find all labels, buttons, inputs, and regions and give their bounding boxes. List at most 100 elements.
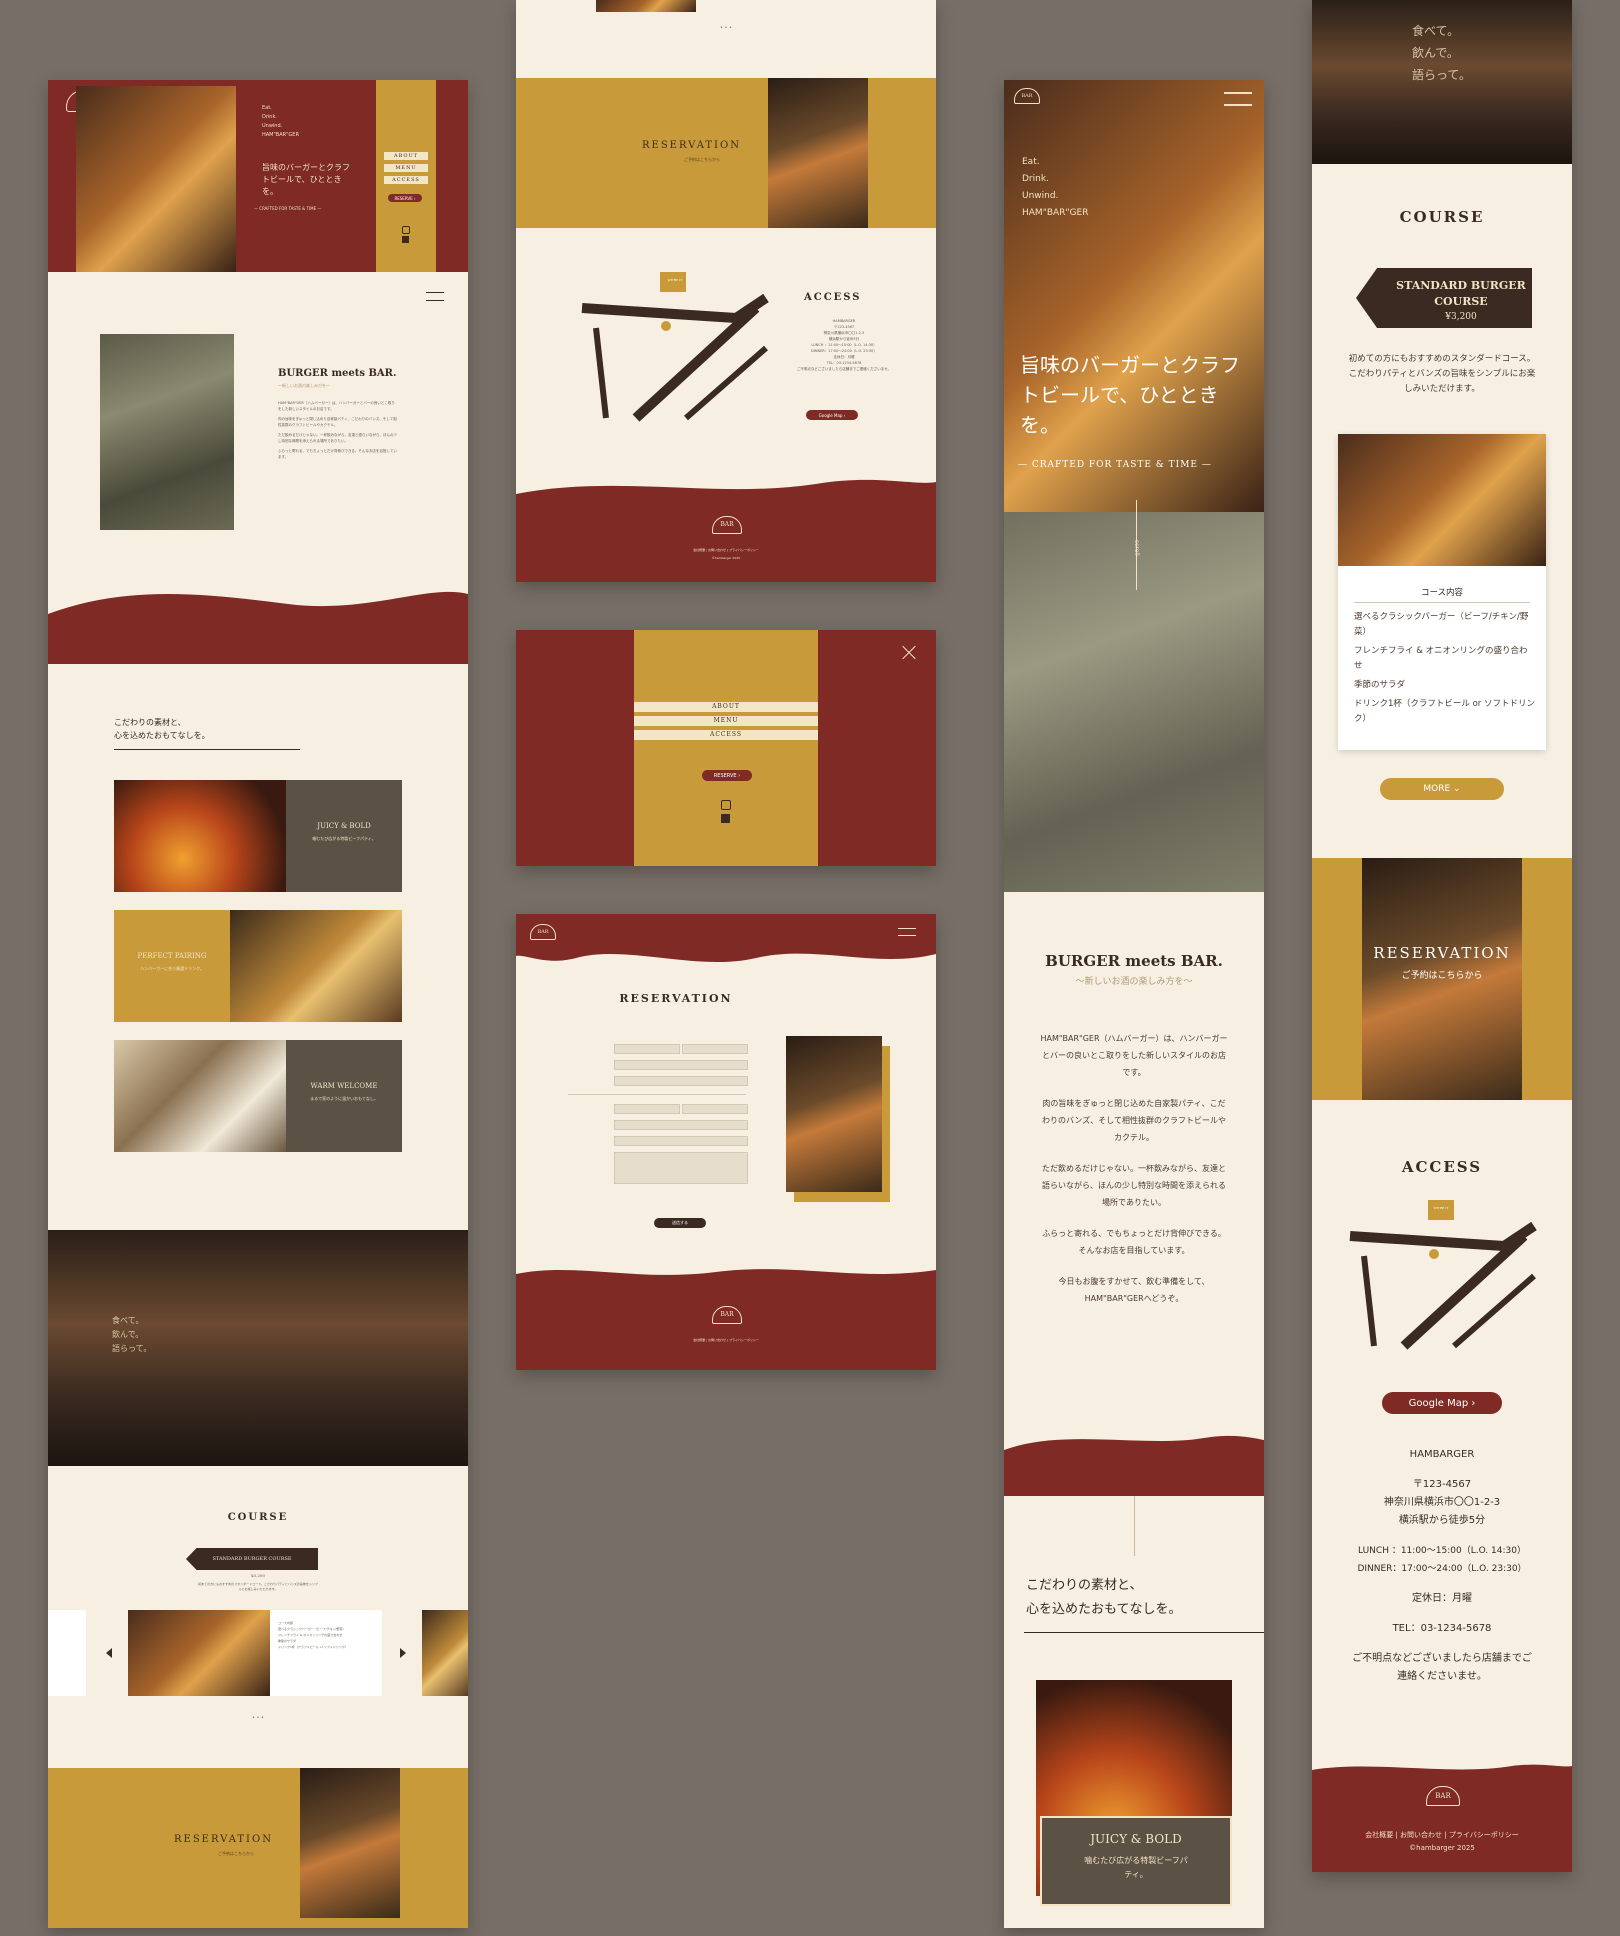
carousel-next-arrow[interactable]	[400, 1648, 406, 1658]
logo[interactable]: BAR	[530, 924, 556, 940]
reservation-photo	[300, 1768, 400, 1918]
about-text: HAM"BAR"GER（ハムバーガー）は、ハンバーガーとバーの良いとこ取りをした…	[1040, 1034, 1228, 1303]
phone-input[interactable]	[614, 1060, 748, 1070]
overlay-reserve-button[interactable]: RESERVE ›	[702, 770, 752, 781]
about-subtitle: 〜新しいお酒の楽しみ方を〜	[1075, 977, 1193, 987]
menu-overlay-panel: ABOUT MENU ACCESS RESERVE ›	[634, 630, 818, 866]
reservation-banner[interactable]: RESERVATION ご予約はこちらから	[516, 78, 936, 228]
course-name: STANDARD BURGER COURSE	[1396, 279, 1526, 308]
reservation-title: RESERVATION	[174, 1834, 273, 1845]
course-contents: コース内容 選べるクラシックバーガー（ビーフ/チキン/野菜） フレンチフライ & …	[278, 1621, 348, 1649]
message-textarea[interactable]	[614, 1152, 748, 1184]
date-select[interactable]	[614, 1104, 680, 1114]
facebook-icon[interactable]	[402, 236, 409, 243]
access-title: ACCESS	[1401, 1158, 1483, 1176]
reserve-button[interactable]: RESERVE ›	[388, 194, 422, 202]
features-heading: こだわりの素材と、 心を込めたおもてなしを。	[1026, 1578, 1182, 1617]
bar-photo-text: 食べて。 飲んで。 語らって。	[1412, 24, 1472, 82]
nav-item-menu[interactable]: MENU	[384, 164, 428, 172]
access-map[interactable]	[1344, 1196, 1544, 1366]
time-select[interactable]	[682, 1104, 748, 1114]
desktop-page-mock: BAR Eat.Drink. Unwind.HAM"BAR"GER 旨味のバーガ…	[48, 80, 468, 1928]
logo[interactable]: BAR	[1014, 88, 1040, 104]
scroll-divider	[1134, 1496, 1135, 1556]
course-name-tag: STANDARD BURGER COURSE	[186, 1548, 318, 1570]
menu-overlay-mock: ABOUT MENU ACCESS RESERVE ›	[516, 630, 936, 866]
hero-headline: 旨味のバーガーとクラフトビールで、ひとときを。	[262, 163, 350, 196]
course-intro: 初めての方にもおすすめのスタンダードコース。こだわりパティとバンズの旨味をシンプ…	[1348, 354, 1536, 394]
mobile-bar-photo: 食べて。 飲んで。 語らって。	[1312, 0, 1572, 164]
submit-button[interactable]: 送信する	[654, 1218, 706, 1228]
access-map-pin-label: WE'RE IT	[1433, 1206, 1449, 1210]
footer-links[interactable]: 会社概要 | お問い合わせ | プライバシーポリシー	[1312, 1830, 1572, 1840]
carousel-prev-arrow[interactable]	[106, 1648, 112, 1658]
guests-select[interactable]	[614, 1120, 748, 1130]
course-title: COURSE	[227, 1512, 289, 1523]
course-intro: 初めての方にもおすすめのスタンダードコース。こだわりパティとバンズの旨味をシンプ…	[198, 1582, 318, 1591]
mobile-hero-photo	[1004, 80, 1264, 512]
course-card-prev	[48, 1610, 86, 1696]
features-heading-rule	[1024, 1632, 1264, 1633]
footer-wave	[1312, 1764, 1572, 1872]
about-wave	[48, 591, 468, 664]
course-contents: 選べるクラシックバーガー（ビーフ/チキン/野菜） フレンチフライ & オニオンリ…	[1354, 612, 1536, 724]
hamburger-menu-icon[interactable]	[1224, 92, 1252, 106]
hamburger-menu-icon[interactable]	[898, 928, 916, 936]
hamburger-menu-icon[interactable]	[426, 292, 444, 301]
about-title: BURGER meets BAR.	[1045, 952, 1223, 970]
overlay-nav-access[interactable]: ACCESS	[634, 730, 818, 740]
feature-card-text: JUICY & BOLD 噛むたび広がる特製ビーフパティ。	[286, 780, 402, 892]
reservation-title: RESERVATION	[642, 140, 741, 151]
beer-photo	[230, 910, 402, 1022]
facebook-icon[interactable]	[721, 814, 730, 823]
header-wave	[516, 914, 936, 963]
instagram-icon[interactable]	[721, 800, 731, 810]
feature-card-pairing: PERFECT PAIRING ハンバーガーに合う厳選ドリンク。	[114, 910, 402, 1022]
course-card: コース内容 選べるクラシックバーガー（ビーフ/チキン/野菜） フレンチフライ & …	[128, 1610, 382, 1696]
course-contents-label: コース内容	[1420, 588, 1464, 598]
feature-card-juicy: JUICY & BOLD 噛むたび広がる特製ビーフパティ。	[114, 780, 402, 892]
overlay-nav-menu[interactable]: MENU	[634, 716, 818, 726]
course-contents-rule	[1354, 602, 1530, 603]
carousel-dots[interactable]: • • •	[48, 1714, 468, 1722]
google-map-button[interactable]: Google Map ›	[1382, 1392, 1502, 1414]
footer-copyright: ©hambarger 2025	[1409, 1844, 1475, 1852]
instagram-icon[interactable]	[402, 226, 410, 234]
about-subtitle: 〜新しいお酒の楽しみ方を〜	[278, 383, 330, 388]
name-first-input[interactable]	[682, 1044, 748, 1054]
feature-card-welcome: WARM WELCOME まるで家のように温かいおもてなし。	[114, 1040, 402, 1152]
more-button[interactable]: MORE ⌄	[1380, 778, 1504, 800]
mobile-page-2-mock: 食べて。 飲んで。 語らって。 COURSE STANDARD BURGER COU…	[1312, 0, 1572, 1872]
grill-photo	[114, 780, 286, 892]
carousel-dots[interactable]: • • •	[516, 24, 936, 32]
google-map-button[interactable]: Google Map ›	[806, 410, 858, 420]
reservation-form-mock: BAR RESERVATION 送信する BAR 会社概要 | お問い合わせ |…	[516, 914, 936, 1370]
mobile-bar-photo	[1004, 512, 1264, 892]
email-input[interactable]	[614, 1076, 748, 1086]
course-price: ¥3,200	[251, 1573, 265, 1578]
footer-copyright: ©hambarger 2025	[711, 556, 741, 560]
course-card: コース内容 選べるクラシックバーガー（ビーフ/チキン/野菜） フレンチフライ &…	[1338, 434, 1546, 750]
access-map[interactable]	[576, 268, 776, 438]
access-page-mock: • • • RESERVATION ご予約はこちらから WE'RE IT ACC…	[516, 0, 936, 582]
reservation-banner[interactable]: RESERVATION ご予約はこちらから	[1312, 858, 1572, 1100]
reservation-banner[interactable]: RESERVATION ご予約はこちらから	[48, 1768, 468, 1928]
reservation-sub: ご予約はこちらから	[1401, 971, 1483, 981]
overlay-nav-about[interactable]: ABOUT	[634, 702, 818, 712]
footer-links[interactable]: 会社概要 | お問い合わせ | プライバシーポリシー	[516, 548, 936, 552]
nav-item-about[interactable]: ABOUT	[384, 152, 428, 160]
hero-tagline: Eat. Drink. Unwind. HAM"BAR"GER	[262, 105, 299, 138]
course-photo	[1338, 434, 1546, 566]
access-info: HAMBARGER 〒123-4567 神奈川県横浜市〇〇1-2-3 横浜駅から…	[1352, 1449, 1532, 1682]
reservation-title: RESERVATION	[1373, 944, 1511, 962]
mobile-hero-tagline: Eat. Drink. Unwind. HAM"BAR"GER	[1022, 157, 1089, 218]
nav-item-access[interactable]: ACCESS	[384, 176, 428, 184]
about-text: HAM"BAR"GER（ハムバーガー）は、ハンバーガーとバーの良いとこ取りをした…	[278, 401, 397, 459]
name-last-input[interactable]	[614, 1044, 680, 1054]
feature-card-text: PERFECT PAIRING ハンバーガーに合う厳選ドリンク。	[114, 910, 230, 1022]
mobile-page-1-mock: BAR Eat. Drink. Unwind. HAM"BAR"GER 旨味のバーガ…	[1004, 80, 1264, 1928]
close-icon[interactable]	[900, 644, 918, 662]
course-card-next	[422, 1610, 468, 1696]
course-select[interactable]	[614, 1136, 748, 1146]
footer-links[interactable]: 会社概要 | お問い合わせ | プライバシーポリシー	[516, 1338, 936, 1342]
